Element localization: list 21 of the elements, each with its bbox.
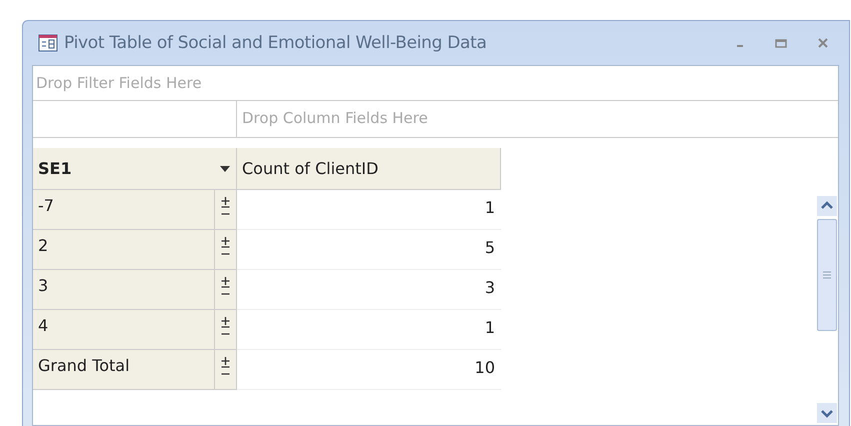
table-cell: 1: [237, 310, 501, 350]
scroll-thumb[interactable]: [817, 219, 837, 331]
pivot-table-icon: [38, 34, 58, 52]
table-cell: 10: [237, 350, 501, 390]
dropdown-caret-icon: [220, 166, 230, 172]
vertical-scrollbar[interactable]: [817, 196, 837, 423]
data-field-header[interactable]: Count of ClientID: [237, 148, 501, 190]
window-title: Pivot Table of Social and Emotional Well-Being Data: [64, 33, 487, 53]
scroll-down-icon[interactable]: [817, 403, 837, 423]
table-cell: 3: [237, 270, 501, 310]
close-icon[interactable]: [817, 37, 829, 49]
maximize-icon[interactable]: [775, 38, 787, 48]
scroll-up-icon[interactable]: [817, 196, 837, 216]
row-label: 2: [37, 235, 50, 257]
row-label: -7: [37, 195, 55, 217]
row-label: 3: [37, 275, 50, 297]
table-cell: 5: [237, 230, 501, 270]
table-cell: 1: [237, 190, 501, 230]
row-label: Grand Total: [37, 355, 131, 377]
row-label: 4: [37, 315, 50, 337]
row-field-button[interactable]: SE1: [33, 148, 237, 190]
